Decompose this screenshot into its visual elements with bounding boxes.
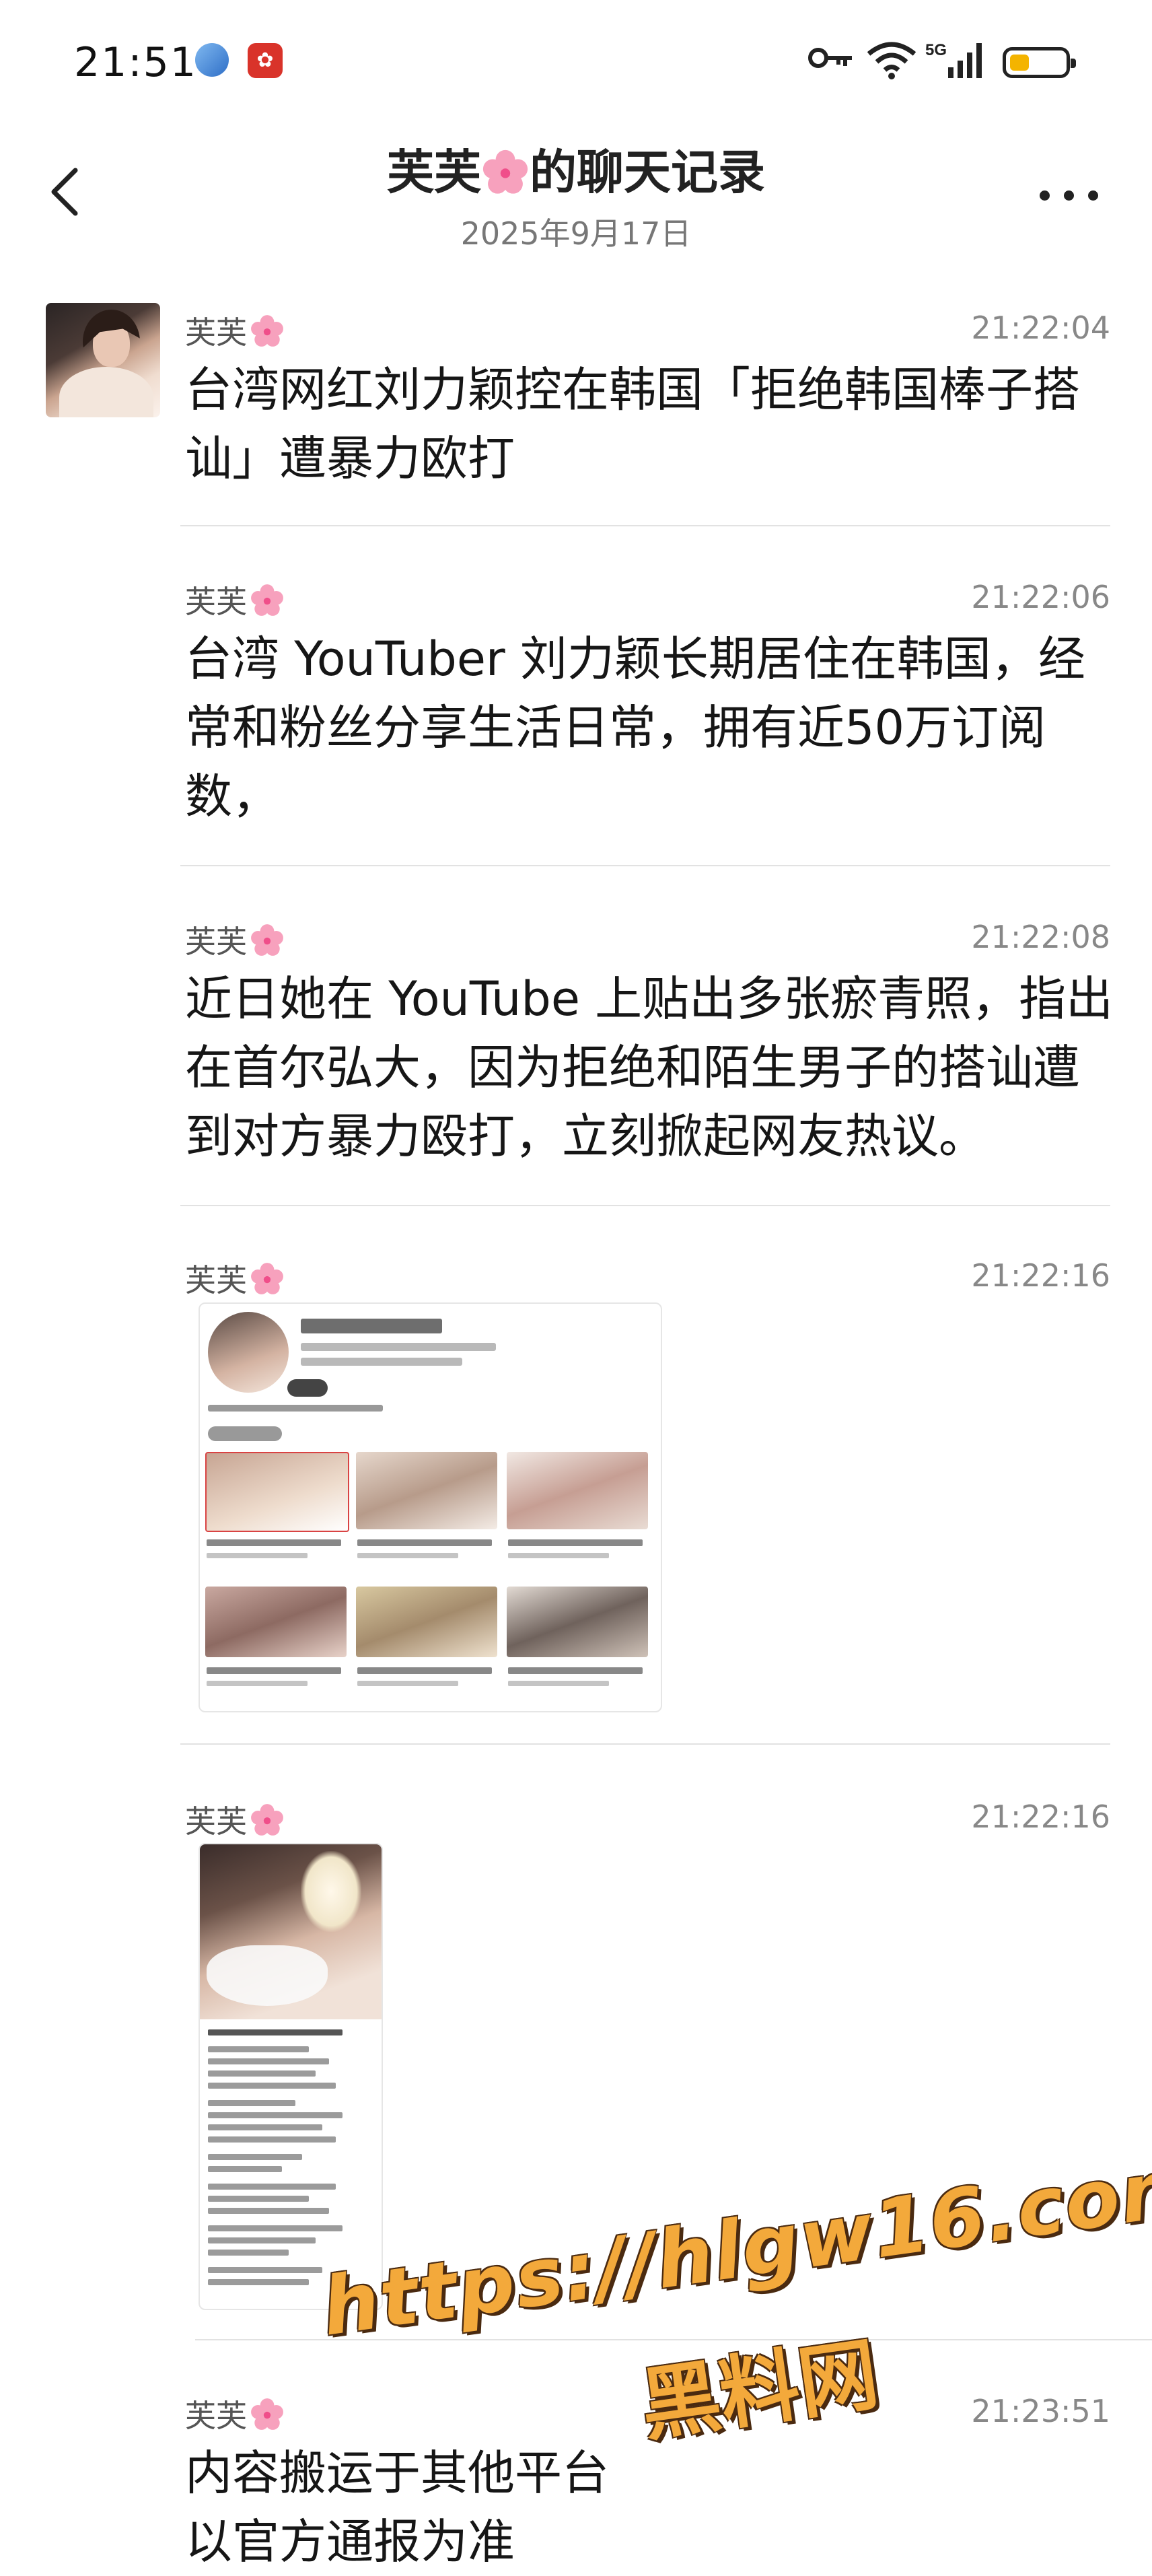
battery-fill (1010, 55, 1029, 71)
sender-name: 芙芙 (185, 308, 285, 353)
message-text: 内容搬运于其他平台 以官方通报为准 (185, 2445, 609, 2569)
message-time: 21:22:08 (971, 919, 1110, 955)
divider (180, 525, 1110, 526)
message-time: 21:22:16 (971, 1799, 1110, 1835)
chat-header: 芙芙 的聊天记录 2025年9月17日 (0, 128, 1152, 276)
message-time: 21:22:16 (971, 1257, 1110, 1294)
image-attachment-channel[interactable] (199, 1302, 662, 1712)
message-item[interactable]: 芙芙 21:22:08 近日她在 YouTube 上贴出多张瘀青照，指出在首尔弘… (0, 912, 1152, 1195)
network-label: 5G (925, 41, 947, 59)
message-item[interactable]: 芙芙 21:22:06 台湾 YouTuber 刘力颖长期居住在韩国，经常和粉丝… (0, 572, 1152, 855)
sender-name: 芙芙 (185, 2392, 285, 2436)
divider (180, 1743, 1110, 1745)
battery-icon (1003, 47, 1076, 78)
key-icon (808, 48, 852, 68)
watermark-url: https://hlgw16.com (316, 2138, 1152, 2354)
wifi-icon (867, 42, 916, 79)
avatar[interactable] (46, 303, 160, 417)
more-dots-icon (1040, 190, 1050, 201)
sender-name: 芙芙 (185, 578, 285, 622)
divider (180, 1205, 1110, 1206)
flower-emoji-icon (482, 149, 528, 194)
status-time: 21:51 (74, 39, 197, 86)
title-name: 芙芙 (387, 145, 481, 200)
divider (180, 865, 1110, 866)
message-item[interactable]: 芙芙 21:22:16 (0, 1251, 1152, 1304)
flower-emoji-icon (251, 315, 283, 347)
message-item[interactable]: 芙芙 21:22:16 (0, 1792, 1152, 1846)
flower-emoji-icon (251, 924, 283, 956)
sender-name: 芙芙 (185, 917, 285, 962)
channel-avatar-image (208, 1312, 289, 1393)
message-time: 21:22:04 (971, 310, 1110, 346)
message-text: 台湾 YouTuber 刘力颖长期居住在韩国，经常和粉丝分享生活日常，拥有近50… (185, 631, 1085, 824)
globe-app-icon (195, 43, 229, 77)
flower-emoji-icon (251, 584, 283, 616)
message-time: 21:22:06 (971, 579, 1110, 615)
flower-emoji-icon (251, 1263, 283, 1294)
divider (195, 2339, 1152, 2340)
message-item[interactable]: 芙芙 21:22:04 台湾网红刘力颖控在韩国「拒绝韩国棒子搭讪」遭暴力欧打 (0, 303, 1152, 525)
flower-emoji-icon (251, 1804, 283, 1836)
sender-name: 芙芙 (185, 1797, 285, 1842)
sender-name: 芙芙 (185, 1256, 285, 1300)
message-text: 近日她在 YouTube 上贴出多张瘀青照，指出在首尔弘大，因为拒绝和陌生男子的… (185, 971, 1114, 1164)
message-time: 21:23:51 (971, 2393, 1110, 2429)
message-text: 台湾网红刘力颖控在韩国「拒绝韩国棒子搭讪」遭暴力欧打 (185, 362, 1080, 486)
page-title: 芙芙 的聊天记录 (0, 135, 1152, 203)
red-app-icon: ✿ (248, 43, 283, 78)
signal-icon: 5G (925, 41, 982, 78)
status-bar: 21:51 ✿ 5G (0, 0, 1152, 128)
flower-emoji-icon (251, 2398, 283, 2430)
chat-date: 2025年9月17日 (460, 215, 692, 252)
more-button[interactable] (1040, 185, 1100, 205)
header-title-block: 芙芙 的聊天记录 2025年9月17日 (0, 135, 1152, 254)
title-suffix: 的聊天记录 (530, 145, 765, 200)
image-attachment-post[interactable] (199, 1843, 383, 2310)
message-item[interactable]: 芙芙 21:23:51 内容搬运于其他平台 以官方通报为准 (0, 2386, 1152, 2575)
